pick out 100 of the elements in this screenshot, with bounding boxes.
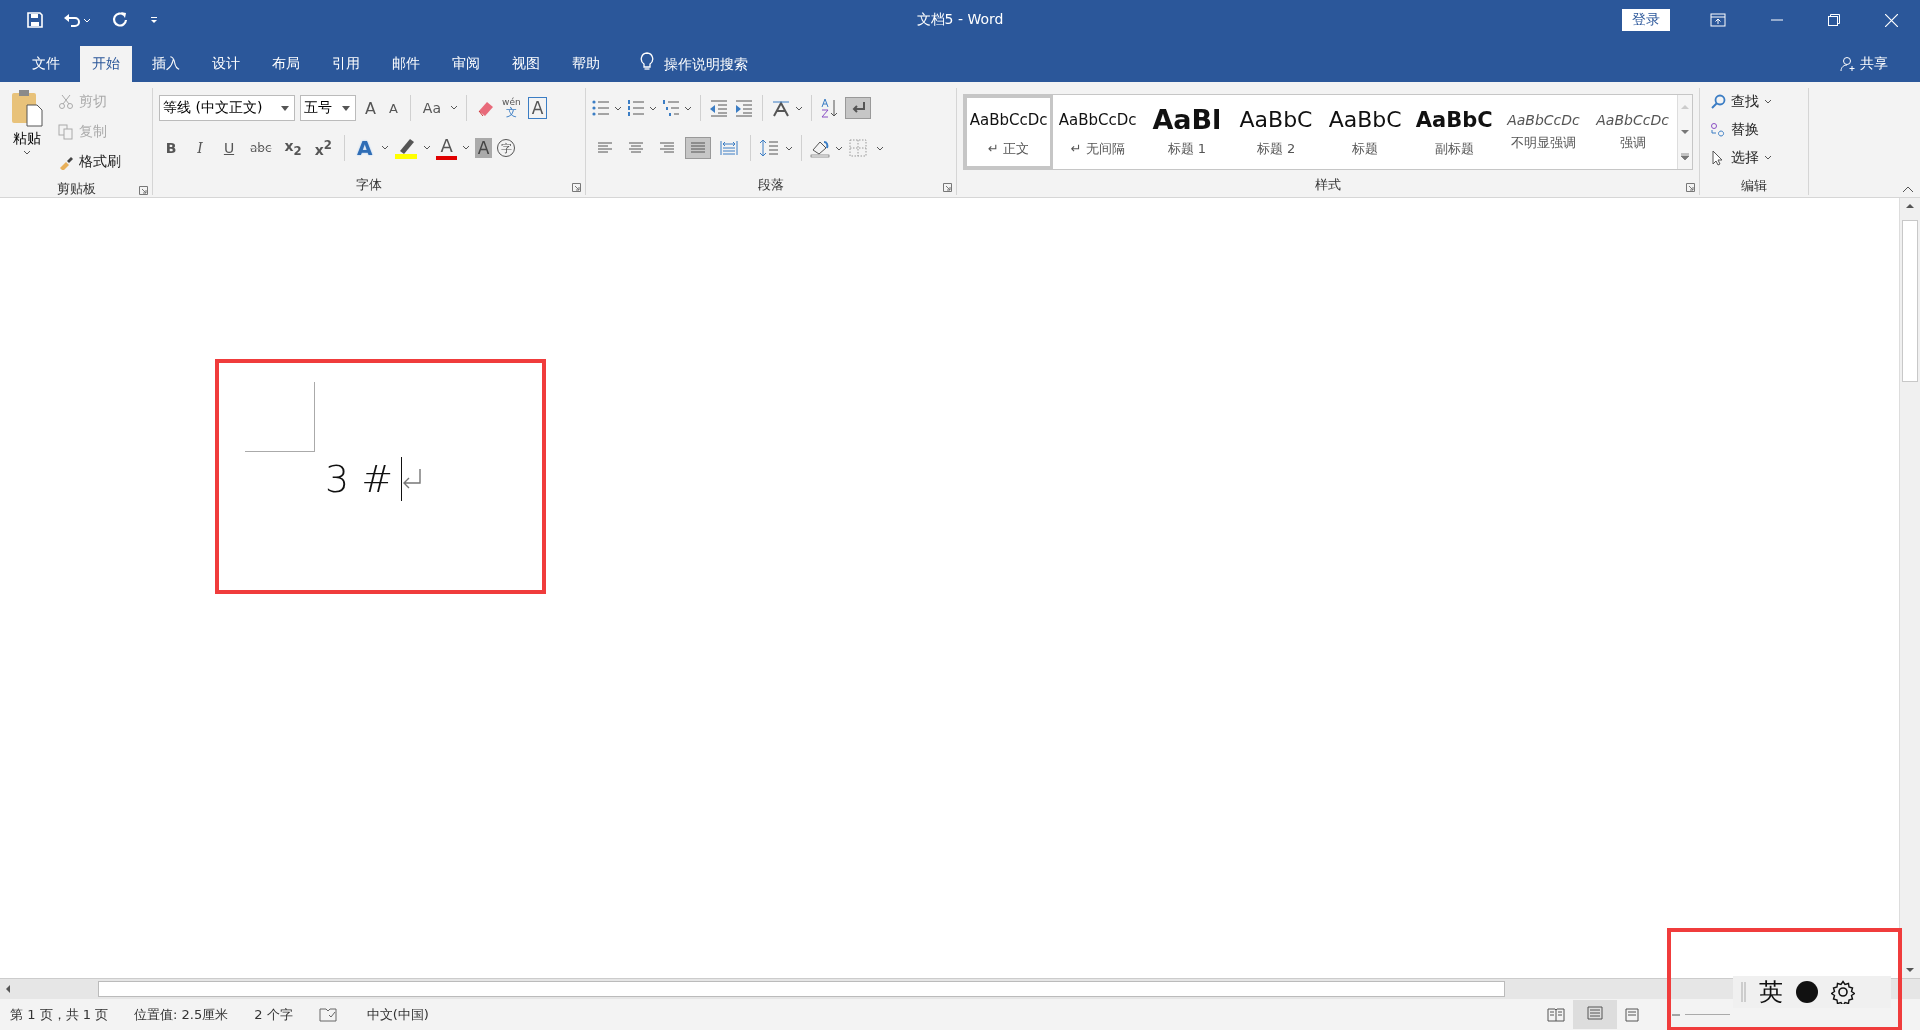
dialog-launcher-icon[interactable] bbox=[139, 186, 148, 195]
ribbon-tab[interactable]: 审阅 bbox=[440, 46, 492, 82]
ribbon-tab[interactable]: 布局 bbox=[260, 46, 312, 82]
numbering-icon[interactable] bbox=[627, 99, 657, 117]
page-count[interactable]: 第 1 页，共 1 页 bbox=[10, 1005, 109, 1024]
character-border-button[interactable]: A bbox=[527, 97, 548, 119]
replace-button[interactable]: 替换 bbox=[1706, 116, 1802, 144]
replace-icon bbox=[1710, 122, 1726, 138]
ribbon-tab[interactable]: 开始 bbox=[80, 46, 132, 82]
tell-me-search[interactable]: 操作说明搜索 bbox=[664, 46, 748, 82]
sign-in-button[interactable]: 登录 bbox=[1622, 9, 1670, 31]
scroll-up-icon[interactable] bbox=[1905, 202, 1915, 210]
grow-font-button[interactable]: A bbox=[361, 96, 380, 120]
collapse-ribbon-icon[interactable] bbox=[1902, 185, 1914, 193]
text-effects-button[interactable]: A bbox=[352, 134, 377, 162]
restore-icon[interactable] bbox=[1828, 14, 1840, 26]
font-name-field[interactable]: 等线 (中文正文) bbox=[159, 95, 295, 121]
lightbulb-icon[interactable] bbox=[640, 52, 654, 72]
highlighter-icon[interactable] bbox=[394, 137, 419, 159]
find-button[interactable]: 查找 bbox=[1706, 88, 1802, 116]
read-mode-icon[interactable] bbox=[1547, 1007, 1565, 1022]
character-shading-button[interactable]: A bbox=[474, 138, 493, 158]
scroll-left-icon[interactable] bbox=[4, 984, 12, 994]
dialog-launcher-icon[interactable] bbox=[572, 183, 581, 192]
position-value[interactable]: 位置值: 2.5厘米 bbox=[134, 1005, 229, 1024]
format-button[interactable]: x$_{2}$ bbox=[280, 136, 306, 160]
phonetic-guide-button[interactable]: wén 文 bbox=[500, 98, 523, 118]
clipboard-icon bbox=[10, 88, 44, 128]
save-icon[interactable] bbox=[27, 12, 43, 28]
vertical-scrollbar[interactable] bbox=[1899, 198, 1920, 978]
corner-mark bbox=[245, 382, 315, 452]
caret-icon bbox=[23, 150, 31, 156]
dropdown-arrow-icon bbox=[281, 105, 289, 111]
paste-button[interactable]: 粘贴 bbox=[6, 88, 48, 176]
print-layout-icon[interactable] bbox=[1587, 1006, 1603, 1020]
font-color-button[interactable]: A bbox=[436, 136, 457, 160]
scroll-down-icon[interactable] bbox=[1680, 128, 1691, 136]
paragraph-mark-icon bbox=[402, 467, 423, 491]
format-button[interactable]: x$^{2}$ bbox=[310, 136, 336, 160]
ribbon-tab[interactable]: 引用 bbox=[320, 46, 372, 82]
dialog-launcher-icon[interactable] bbox=[943, 183, 952, 192]
bullets-icon[interactable] bbox=[592, 99, 622, 117]
change-case-button[interactable]: Aa bbox=[418, 98, 445, 118]
redo-icon[interactable] bbox=[111, 11, 129, 29]
caret-icon[interactable] bbox=[461, 145, 470, 151]
ribbon-tab[interactable]: 插入 bbox=[140, 46, 192, 82]
font-size-field[interactable]: 五号 bbox=[300, 95, 356, 121]
text-direction-icon[interactable] bbox=[771, 99, 803, 117]
drag-handle-icon[interactable] bbox=[1741, 982, 1747, 1002]
ribbon-tab[interactable]: 视图 bbox=[500, 46, 552, 82]
scrollbar-thumb[interactable] bbox=[98, 981, 1505, 997]
align-icon bbox=[689, 140, 707, 156]
increase-indent-icon[interactable] bbox=[734, 99, 754, 117]
close-icon[interactable] bbox=[1885, 13, 1898, 27]
format-button[interactable]: U bbox=[217, 138, 241, 158]
shrink-font-button[interactable]: A bbox=[384, 98, 402, 118]
web-layout-icon[interactable] bbox=[1625, 1007, 1641, 1022]
window-title: 文档5 - Word bbox=[916, 11, 1004, 29]
ribbon-tab[interactable]: 文件 bbox=[20, 46, 72, 82]
language-indicator[interactable]: 中文(中国) bbox=[318, 1005, 429, 1024]
dropdown-arrow-icon bbox=[342, 105, 350, 111]
scrollbar-thumb[interactable] bbox=[1902, 220, 1918, 382]
line-spacing-icon[interactable] bbox=[759, 139, 793, 157]
align-icon bbox=[627, 140, 645, 156]
ribbon-tab[interactable]: 邮件 bbox=[380, 46, 432, 82]
scroll-down-icon[interactable] bbox=[1905, 966, 1915, 974]
undo-icon[interactable] bbox=[63, 12, 91, 28]
ribbon-tab[interactable]: 设计 bbox=[200, 46, 252, 82]
shading-icon[interactable] bbox=[810, 138, 844, 158]
customize-icon[interactable] bbox=[149, 15, 159, 25]
word-count[interactable]: 2 个字 bbox=[254, 1005, 293, 1024]
caret-icon[interactable] bbox=[381, 145, 390, 151]
format-button[interactable]: B bbox=[159, 138, 183, 158]
format-button[interactable]: I bbox=[188, 138, 212, 158]
group-label: 段落 bbox=[758, 176, 784, 194]
group-label: 字体 bbox=[356, 176, 382, 194]
caret-icon[interactable] bbox=[450, 105, 458, 111]
format-painter-button[interactable]: 格式刷 bbox=[54, 148, 125, 176]
ribbon-tab[interactable]: 帮助 bbox=[560, 46, 612, 82]
input-mode-button[interactable]: 英 bbox=[1759, 976, 1783, 1008]
sort-icon[interactable] bbox=[820, 98, 840, 118]
proofing-icon[interactable] bbox=[318, 1006, 337, 1023]
ribbon-display-icon[interactable] bbox=[1710, 13, 1726, 27]
settings-icon[interactable] bbox=[1831, 980, 1855, 1004]
copy-icon bbox=[58, 124, 74, 140]
search-icon bbox=[1710, 94, 1726, 110]
style-item[interactable]: AaBbCcDc ↵ 正文 bbox=[964, 95, 1054, 169]
show-marks-button[interactable] bbox=[845, 97, 871, 119]
align-icon bbox=[596, 140, 614, 156]
dialog-launcher-icon[interactable] bbox=[1686, 183, 1695, 192]
align-icon bbox=[720, 140, 738, 156]
group-label: 剪贴板 bbox=[56, 180, 96, 198]
caret-icon[interactable] bbox=[423, 145, 432, 151]
group-label: 编辑 bbox=[1741, 176, 1767, 195]
more-styles-icon[interactable] bbox=[1680, 152, 1691, 161]
decrease-indent-icon[interactable] bbox=[709, 99, 729, 117]
select-button[interactable]: 选择 bbox=[1706, 144, 1802, 172]
share-button[interactable]: 共享 bbox=[1834, 46, 1894, 82]
multilevel-list-icon[interactable] bbox=[662, 99, 692, 117]
punctuation-dot-icon[interactable] bbox=[1795, 980, 1819, 1004]
